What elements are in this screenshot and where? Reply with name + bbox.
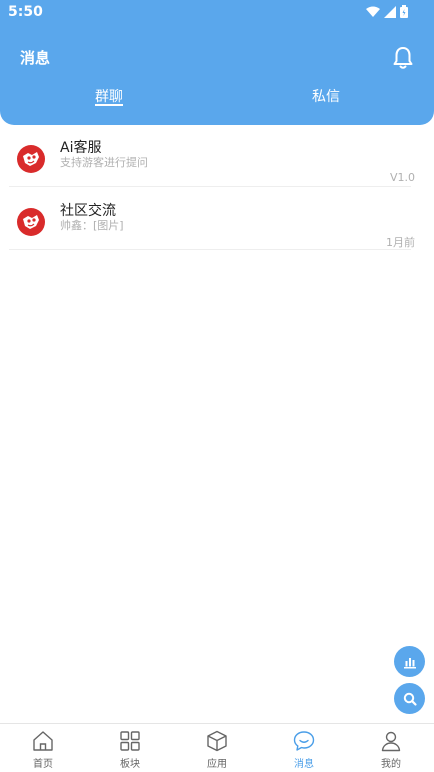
chat-bubble-icon <box>293 731 315 751</box>
search-button[interactable] <box>394 683 425 714</box>
wifi-icon <box>366 6 380 17</box>
red-mascot-avatar <box>17 208 45 236</box>
cube-icon <box>207 730 227 752</box>
tab-group-chat[interactable]: 群聊 <box>79 86 139 106</box>
nav-label: 应用 <box>207 759 227 770</box>
nav-profile[interactable]: 我的 <box>348 724 434 772</box>
search-icon <box>403 692 417 706</box>
chat-subtitle: 帅鑫：[图片] <box>60 219 124 232</box>
nav-apps[interactable]: 应用 <box>174 724 260 772</box>
active-tab-indicator <box>95 104 123 106</box>
chat-item-community[interactable]: 社区交流 帅鑫：[图片] 1月前 <box>9 188 415 250</box>
nav-label: 消息 <box>294 759 314 770</box>
bottom-navigation: 首页 板块 应用 消息 我的 <box>0 723 434 772</box>
status-bar: 5:50 <box>0 0 434 26</box>
nav-label: 我的 <box>381 759 401 770</box>
nav-sections[interactable]: 板块 <box>87 724 173 772</box>
user-icon <box>381 731 401 752</box>
home-icon <box>33 731 53 751</box>
chat-subtitle: 支持游客进行提问 <box>60 156 148 169</box>
status-icons <box>366 5 408 18</box>
chat-meta: V1.0 <box>389 171 415 184</box>
bell-icon[interactable] <box>390 45 416 71</box>
bar-chart-icon <box>403 657 416 668</box>
tab-bar: 群聊 私信 <box>0 86 434 118</box>
red-mascot-avatar <box>17 145 45 173</box>
battery-icon <box>400 5 408 18</box>
grid-icon <box>120 731 140 751</box>
nav-label: 首页 <box>33 759 53 770</box>
stats-button[interactable] <box>394 646 425 677</box>
nav-label: 板块 <box>120 759 140 770</box>
page-title: 消息 <box>20 49 51 67</box>
nav-messages[interactable]: 消息 <box>261 724 347 772</box>
nav-home[interactable]: 首页 <box>0 724 86 772</box>
chat-meta: 1月前 <box>386 236 415 249</box>
app-header: 5:50 消息 群聊 私信 <box>0 0 434 125</box>
tab-private-message[interactable]: 私信 <box>296 86 356 106</box>
chat-item-ai-service[interactable]: Ai客服 支持游客进行提问 V1.0 <box>9 125 415 187</box>
status-time: 5:50 <box>8 4 43 20</box>
signal-icon <box>384 5 396 18</box>
